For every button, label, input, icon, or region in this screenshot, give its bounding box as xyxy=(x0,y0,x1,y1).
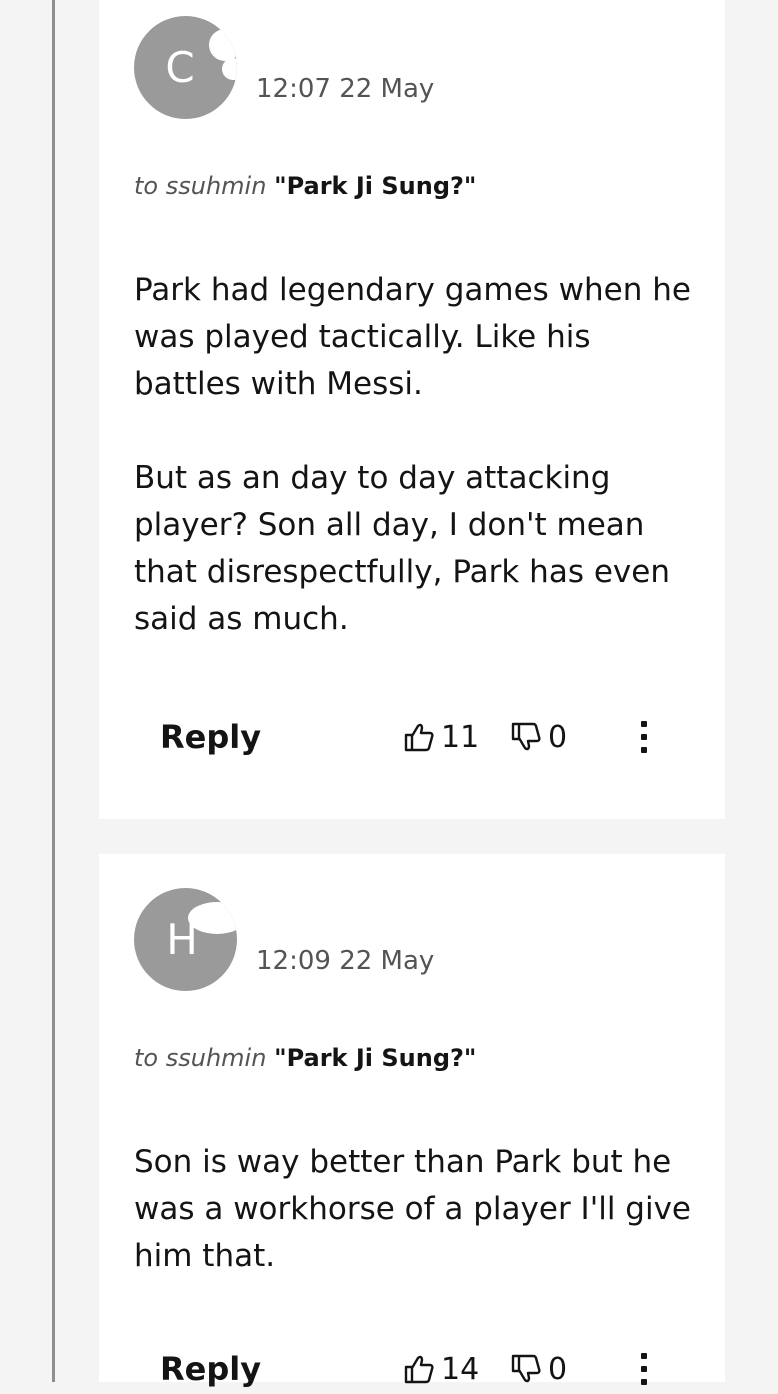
comment-body: Park had legendary games when he was pla… xyxy=(134,267,704,643)
comment-timestamp: 12:07 22 May xyxy=(256,74,435,104)
comment-paragraph: But as an day to day attacking player? S… xyxy=(134,460,670,637)
comment-timestamp: 12:09 22 May xyxy=(256,946,435,976)
reply-to-user: to ssuhmin xyxy=(134,1044,267,1072)
comment-card: H 12:09 22 May to ssuhmin "Park Ji Sung?… xyxy=(99,854,725,1388)
dislike-button[interactable]: 0 xyxy=(510,712,567,762)
reply-context: to ssuhmin "Park Ji Sung?" xyxy=(134,172,476,200)
like-count: 11 xyxy=(441,719,480,755)
reply-button[interactable]: Reply xyxy=(160,1344,261,1394)
thread-indent-line xyxy=(52,0,55,1382)
like-button[interactable]: 14 xyxy=(403,1344,479,1394)
avatar-letter: C xyxy=(165,42,195,92)
thumbs-down-icon xyxy=(511,722,541,751)
comment-card: C 12:07 22 May to ssuhmin "Park Ji Sung?… xyxy=(99,0,725,819)
thumbs-up-icon xyxy=(404,723,434,752)
reply-to-quote: "Park Ji Sung?" xyxy=(274,1044,477,1072)
avatar: C xyxy=(134,16,237,119)
dislike-button[interactable]: 0 xyxy=(510,1344,567,1394)
reply-context: to ssuhmin "Park Ji Sung?" xyxy=(134,1044,476,1072)
comment-actions: Reply 11 0 xyxy=(99,712,725,762)
more-options-icon[interactable] xyxy=(635,719,653,755)
avatar-letter: H xyxy=(166,914,198,964)
avatar: H xyxy=(134,888,237,991)
comment-paragraph: Park had legendary games when he was pla… xyxy=(134,272,691,402)
thumbs-down-icon xyxy=(511,1354,541,1383)
like-button[interactable]: 11 xyxy=(403,712,479,762)
comment-actions: Reply 14 0 xyxy=(99,1344,725,1394)
like-count: 14 xyxy=(441,1351,480,1387)
reply-button[interactable]: Reply xyxy=(160,712,261,762)
thumbs-up-icon xyxy=(404,1355,434,1384)
dislike-count: 0 xyxy=(548,719,568,755)
comment-body: Son is way better than Park but he was a… xyxy=(134,1139,704,1280)
comment-paragraph: Son is way better than Park but he was a… xyxy=(134,1144,692,1274)
reply-to-user: to ssuhmin xyxy=(134,172,267,200)
reply-to-quote: "Park Ji Sung?" xyxy=(274,172,477,200)
dislike-count: 0 xyxy=(548,1351,568,1387)
